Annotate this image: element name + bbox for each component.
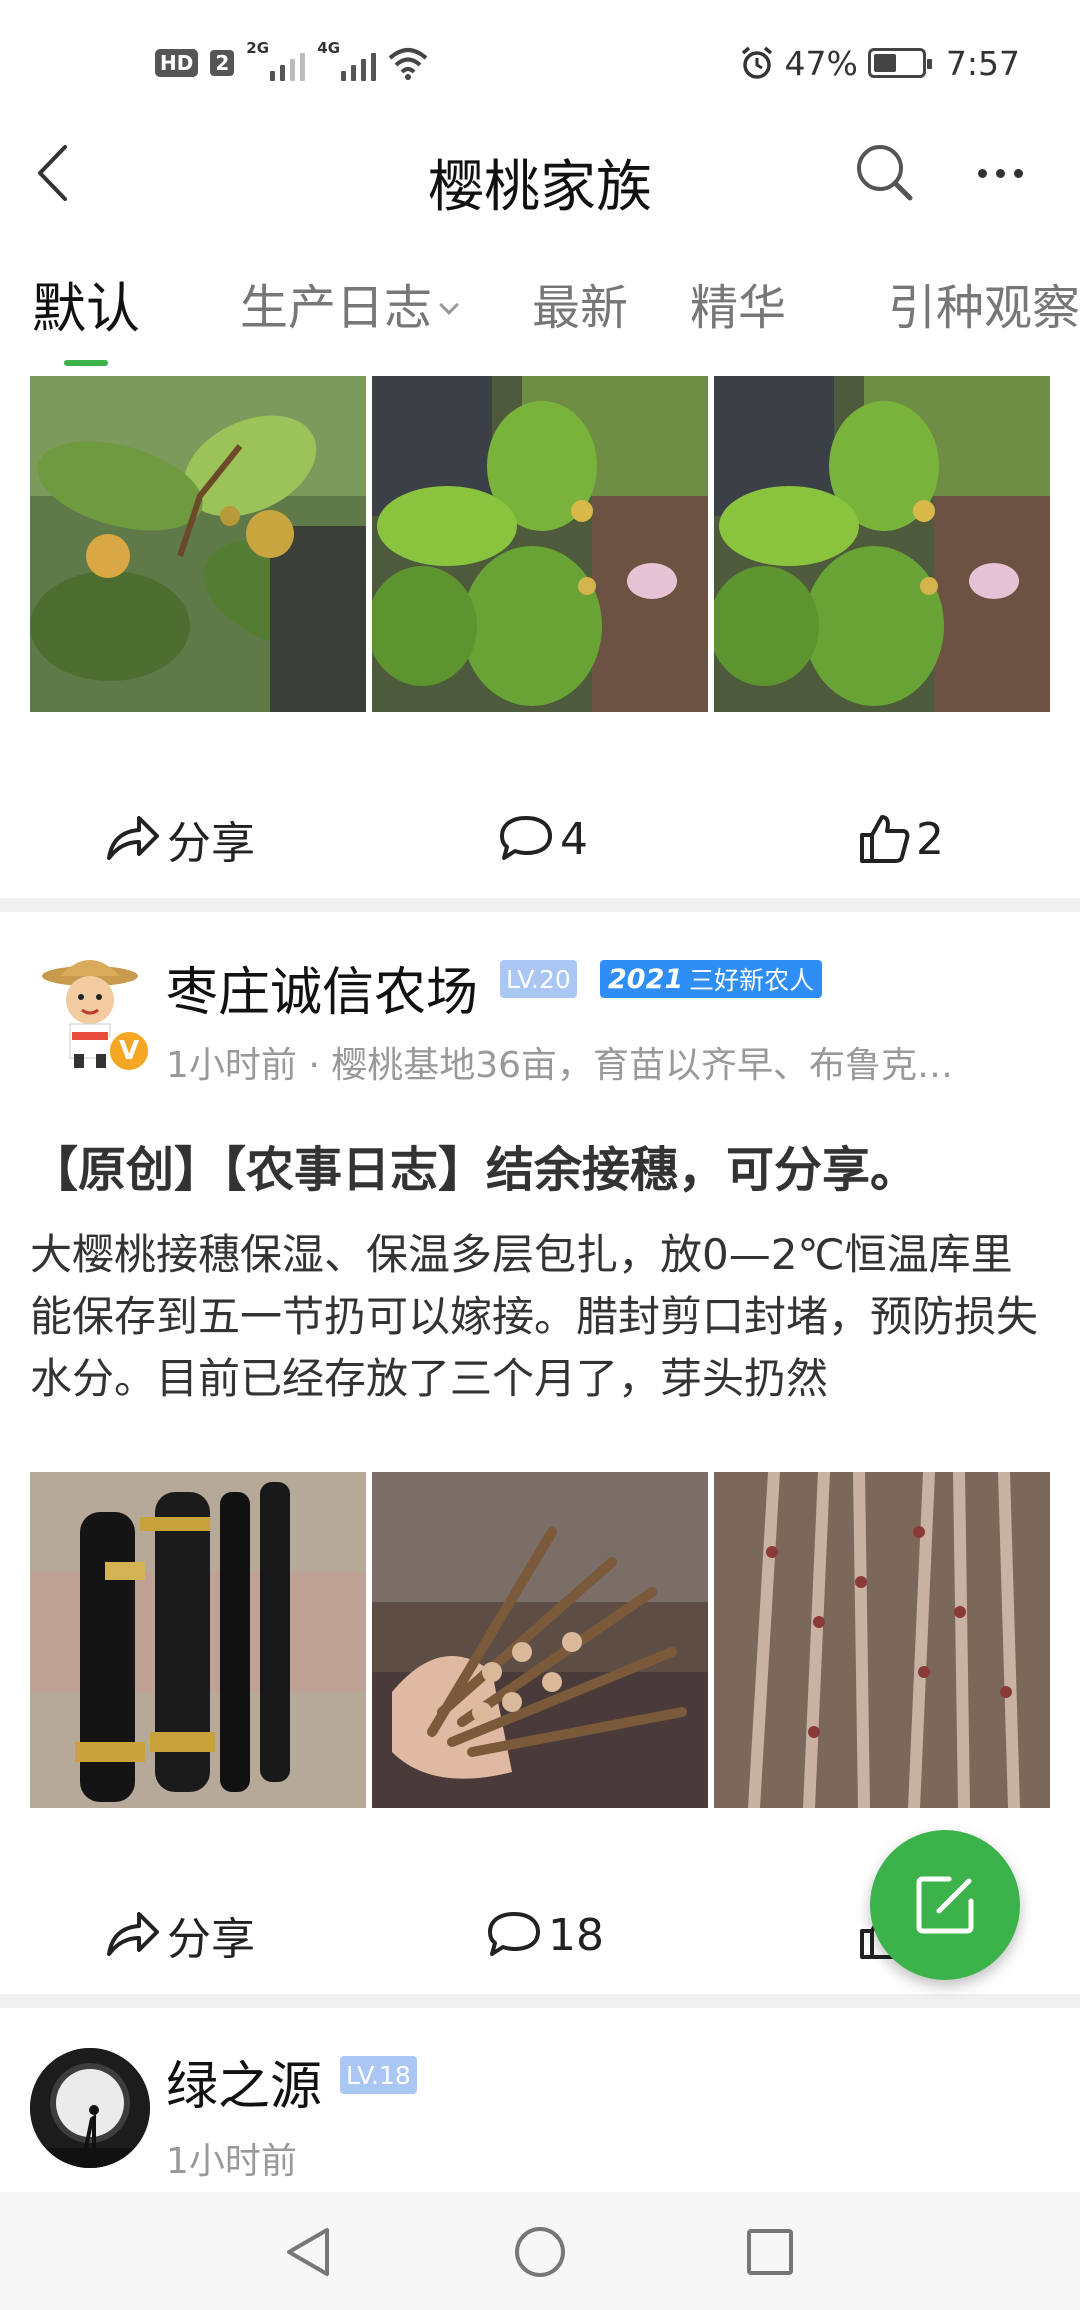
tab-production-log[interactable]: 生产日志 — [240, 268, 459, 338]
comment-button[interactable]: 18 — [486, 1880, 604, 1990]
post-image[interactable] — [30, 1472, 366, 1808]
status-right: 47% 7:57 — [739, 38, 1020, 88]
app-header: 樱桃家族 — [0, 120, 1080, 230]
post-image[interactable] — [372, 1472, 708, 1808]
signal-2g-icon: 2G — [246, 39, 306, 81]
share-label: 分享 — [167, 818, 255, 869]
tab-featured[interactable]: 精华 — [690, 268, 786, 338]
dot-icon — [1013, 168, 1023, 178]
nav-recents-button[interactable] — [730, 2212, 810, 2292]
sim2-label: 2 — [210, 50, 235, 76]
compose-button[interactable] — [870, 1830, 1020, 1980]
tab-bar: 默认 生产日志 最新 精华 引种观察 — [0, 240, 1080, 370]
post-meta: 1小时前 · 樱桃基地36亩，育苗以齐早、布鲁克… — [166, 1045, 954, 1086]
tab-production-log-label: 生产日志 — [240, 280, 433, 336]
comment-icon — [488, 1912, 540, 1956]
triangle-back-icon — [287, 2228, 329, 2276]
post-image-row — [30, 1472, 1050, 1808]
nav-home-button[interactable] — [500, 2212, 580, 2292]
post-title[interactable]: 【原创】【农事日志】结余接穗，可分享。 — [30, 1130, 1050, 1200]
alarm-icon — [741, 46, 772, 79]
section-divider — [0, 898, 1080, 912]
post-meta: 1小时前 — [166, 2141, 297, 2182]
nav-back-button[interactable] — [268, 2212, 348, 2292]
compose-icon — [916, 1876, 974, 1934]
app-screen: HD 2 2G 4G 47% 7:57 樱桃家族 默认 生产日志 最新 精华 引… — [0, 0, 1080, 2310]
share-button[interactable]: 分享 — [105, 784, 255, 894]
more-button[interactable] — [960, 138, 1040, 208]
section-divider — [0, 1994, 1080, 2008]
tab-indicator — [64, 360, 108, 366]
author-name[interactable]: 枣庄诚信农场 — [166, 950, 478, 1025]
square-recents-icon — [747, 2229, 793, 2275]
chevron-down-icon — [439, 295, 459, 315]
comment-count: 4 — [560, 813, 588, 865]
search-icon — [857, 145, 913, 201]
thumbs-up-icon — [860, 815, 910, 863]
tab-introduction-observation[interactable]: 引种观察 — [888, 268, 1080, 338]
award-badge-text: 三好新农人 — [689, 966, 815, 995]
post-image-row — [30, 376, 1050, 712]
system-nav-bar — [0, 2192, 1080, 2310]
status-bar: HD 2 2G 4G 47% 7:57 — [0, 0, 1080, 120]
like-button[interactable]: 2 — [858, 784, 944, 894]
wifi-icon — [388, 48, 428, 80]
post-actions: 分享 4 2 — [0, 784, 1080, 894]
comment-button[interactable]: 4 — [498, 784, 588, 894]
post-image[interactable] — [30, 376, 366, 712]
share-label: 分享 — [167, 1914, 255, 1965]
clock: 7:57 — [945, 43, 1020, 83]
battery-icon — [867, 48, 932, 78]
circle-home-icon — [515, 2227, 565, 2277]
level-badge: LV.18 — [340, 2056, 417, 2094]
post-image[interactable] — [714, 1472, 1050, 1808]
tab-default[interactable]: 默认 — [32, 264, 140, 343]
share-button[interactable]: 分享 — [105, 1880, 255, 1990]
level-badge: LV.20 — [500, 960, 577, 998]
like-count: 2 — [916, 813, 944, 865]
tab-latest[interactable]: 最新 — [532, 268, 628, 338]
award-badge-year: 2021 — [608, 963, 684, 995]
dot-icon — [995, 168, 1005, 178]
share-icon — [107, 816, 159, 860]
status-left: HD 2 2G 4G — [155, 38, 428, 88]
search-button[interactable] — [850, 138, 920, 208]
hd-icon: HD — [155, 49, 199, 77]
post-image[interactable] — [714, 376, 1050, 712]
verified-icon: V — [106, 1028, 152, 1074]
comment-count: 18 — [548, 1909, 604, 1961]
author-name[interactable]: 绿之源 — [166, 2044, 322, 2119]
award-badge: 2021 三好新农人 — [600, 960, 823, 998]
battery-fill — [873, 54, 896, 72]
share-icon — [107, 1912, 159, 1956]
post-image[interactable] — [372, 376, 708, 712]
dot-icon — [977, 168, 987, 178]
comment-icon — [500, 816, 552, 860]
post-body[interactable]: 大樱桃接穗保湿、保温多层包扎，放0—2℃恒温库里能保存到五一节扔可以嫁接。腊封剪… — [30, 1224, 1050, 1414]
avatar[interactable] — [30, 2048, 150, 2168]
battery-percent: 47% — [784, 43, 858, 83]
signal-4g-icon: 4G — [317, 39, 377, 81]
